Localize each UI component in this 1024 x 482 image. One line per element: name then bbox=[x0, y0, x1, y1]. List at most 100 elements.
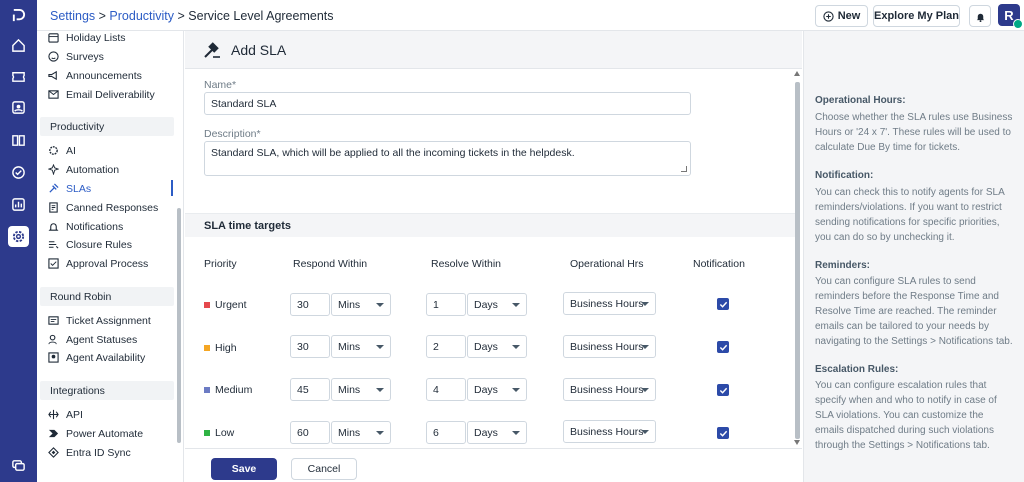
gavel-icon bbox=[204, 42, 220, 58]
scroll-up-arrow-icon[interactable] bbox=[794, 71, 800, 76]
operational-hours-select[interactable]: Business Hours bbox=[563, 420, 656, 443]
sidebar-item-ai[interactable]: AI bbox=[48, 142, 76, 159]
sidebar-item-canned-responses[interactable]: Canned Responses bbox=[48, 199, 158, 216]
ai-gear-icon bbox=[49, 146, 58, 155]
help-title-escalation-rules: Escalation Rules: bbox=[815, 364, 899, 375]
notifications-bell-button[interactable] bbox=[969, 5, 991, 27]
sidebar-item-label: SLAs bbox=[66, 182, 92, 195]
sidebar-item-label: Power Automate bbox=[66, 427, 144, 440]
help-text-reminders: You can configure SLA rules to send remi… bbox=[815, 276, 1013, 347]
sidebar-item-agent-availability[interactable]: Agent Availability bbox=[48, 349, 145, 366]
sidebar-item-automation[interactable]: Automation bbox=[48, 161, 119, 178]
knowledge-base-icon[interactable] bbox=[8, 130, 29, 151]
respond-value-input[interactable]: 30 bbox=[290, 293, 330, 316]
breadcrumb-productivity[interactable]: Productivity bbox=[109, 9, 174, 23]
resolve-value-input[interactable]: 2 bbox=[426, 335, 466, 358]
respond-unit-select[interactable]: Mins bbox=[331, 421, 391, 444]
name-input[interactable]: Standard SLA bbox=[204, 92, 691, 115]
respond-unit-select[interactable]: Mins bbox=[331, 335, 391, 358]
operational-hours-select[interactable]: Business Hours bbox=[563, 292, 656, 315]
form-title-bar: Add SLA bbox=[185, 31, 802, 69]
resize-handle-icon[interactable] bbox=[681, 166, 687, 172]
resolve-value-input[interactable]: 4 bbox=[426, 378, 466, 401]
sidebar-item-label: Ticket Assignment bbox=[66, 314, 151, 327]
tickets-icon[interactable] bbox=[8, 66, 29, 87]
resolve-unit-select[interactable]: Days bbox=[467, 421, 527, 444]
sidebar-item-agent-statuses[interactable]: Agent Statuses bbox=[48, 331, 137, 348]
rules-icon bbox=[48, 241, 59, 249]
operational-hours-select[interactable]: Business Hours bbox=[563, 378, 656, 401]
resolve-unit-select[interactable]: Days bbox=[467, 335, 527, 358]
priority-color-swatch bbox=[204, 430, 210, 436]
sidebar-item-label: Agent Availability bbox=[66, 351, 146, 364]
settings-gear-icon[interactable] bbox=[8, 226, 29, 247]
respond-unit-select[interactable]: Mins bbox=[331, 293, 391, 316]
description-textarea[interactable]: Standard SLA, which will be applied to a… bbox=[204, 141, 691, 176]
resolve-unit-select[interactable]: Days bbox=[467, 293, 527, 316]
sidebar-item-api[interactable]: API bbox=[48, 406, 83, 423]
chevron-down-icon bbox=[641, 388, 649, 392]
respond-unit-select[interactable]: Mins bbox=[331, 378, 391, 401]
description-label: Description* bbox=[204, 128, 261, 140]
ticket-assign-icon bbox=[48, 316, 59, 325]
sidebar-item-label: AI bbox=[66, 144, 76, 157]
sidebar-item-notifications[interactable]: Notifications bbox=[48, 218, 123, 235]
new-button[interactable]: New bbox=[815, 5, 868, 27]
select-value: Mins bbox=[338, 384, 361, 396]
tasks-icon[interactable] bbox=[8, 162, 29, 183]
scroll-down-arrow-icon[interactable] bbox=[794, 440, 800, 445]
agent-availability-icon bbox=[48, 352, 59, 363]
help-text-notification: You can check this to notify agents for … bbox=[815, 187, 1005, 243]
chevron-down-icon bbox=[376, 388, 384, 392]
sidebar-item-power-automate[interactable]: Power Automate bbox=[48, 425, 143, 442]
help-title-notification: Notification: bbox=[815, 170, 874, 181]
operational-hours-select[interactable]: Business Hours bbox=[563, 335, 656, 358]
sidebar-scrollbar[interactable] bbox=[177, 208, 181, 443]
sidebar-item-label: API bbox=[66, 408, 83, 421]
notification-checkbox[interactable] bbox=[717, 384, 729, 396]
respond-value-input[interactable]: 60 bbox=[290, 421, 330, 444]
chevron-down-icon bbox=[376, 431, 384, 435]
explore-plan-button[interactable]: Explore My Plan bbox=[873, 5, 960, 27]
sidebar-item-closure-rules[interactable]: Closure Rules bbox=[48, 236, 132, 253]
logo-icon[interactable] bbox=[8, 5, 29, 26]
resolve-value-input[interactable]: 6 bbox=[426, 421, 466, 444]
sidebar-item-slas[interactable]: SLAs bbox=[48, 180, 91, 197]
user-avatar[interactable]: R bbox=[998, 4, 1023, 29]
contacts-icon[interactable] bbox=[8, 97, 29, 118]
priority-color-swatch bbox=[204, 387, 210, 393]
chevron-down-icon bbox=[512, 303, 520, 307]
help-text-operational-hours: Choose whether the SLA rules use Busines… bbox=[815, 112, 1013, 153]
sidebar-item-holiday-lists[interactable]: Holiday Lists bbox=[48, 31, 126, 46]
document-icon bbox=[49, 202, 58, 213]
sla-form-panel: Add SLA Name* Standard SLA Description* … bbox=[185, 31, 802, 482]
resolve-unit-select[interactable]: Days bbox=[467, 378, 527, 401]
home-icon[interactable] bbox=[8, 35, 29, 56]
sidebar-section-integrations: Integrations bbox=[40, 381, 174, 400]
sidebar-item-email-deliverability[interactable]: Email Deliverability bbox=[48, 86, 155, 103]
breadcrumb-current: Service Level Agreements bbox=[188, 9, 334, 23]
sidebar-item-surveys[interactable]: Surveys bbox=[48, 48, 104, 65]
resolve-value-input[interactable]: 1 bbox=[426, 293, 466, 316]
form-scrollbar[interactable] bbox=[795, 82, 800, 439]
respond-value-input[interactable]: 30 bbox=[290, 335, 330, 358]
bell-icon bbox=[976, 13, 984, 22]
save-button[interactable]: Save bbox=[211, 458, 277, 480]
breadcrumb-settings[interactable]: Settings bbox=[50, 9, 95, 23]
select-value: Business Hours bbox=[570, 298, 644, 310]
respond-value-input[interactable]: 45 bbox=[290, 378, 330, 401]
sidebar-item-approval-process[interactable]: Approval Process bbox=[48, 255, 148, 272]
bell-icon bbox=[48, 223, 59, 231]
notification-checkbox[interactable] bbox=[717, 427, 729, 439]
sparkle-icon bbox=[48, 164, 59, 175]
cancel-button[interactable]: Cancel bbox=[291, 458, 357, 480]
sidebar-item-announcements[interactable]: Announcements bbox=[48, 67, 142, 84]
sidebar-item-ticket-assignment[interactable]: Ticket Assignment bbox=[48, 312, 151, 329]
breadcrumb-separator: > bbox=[174, 9, 189, 23]
notification-checkbox[interactable] bbox=[717, 341, 729, 353]
mail-icon bbox=[48, 90, 59, 99]
sidebar-item-entra-id-sync[interactable]: Entra ID Sync bbox=[48, 444, 131, 461]
analytics-icon[interactable] bbox=[8, 194, 29, 215]
chat-icon[interactable] bbox=[8, 455, 29, 476]
notification-checkbox[interactable] bbox=[717, 298, 729, 310]
